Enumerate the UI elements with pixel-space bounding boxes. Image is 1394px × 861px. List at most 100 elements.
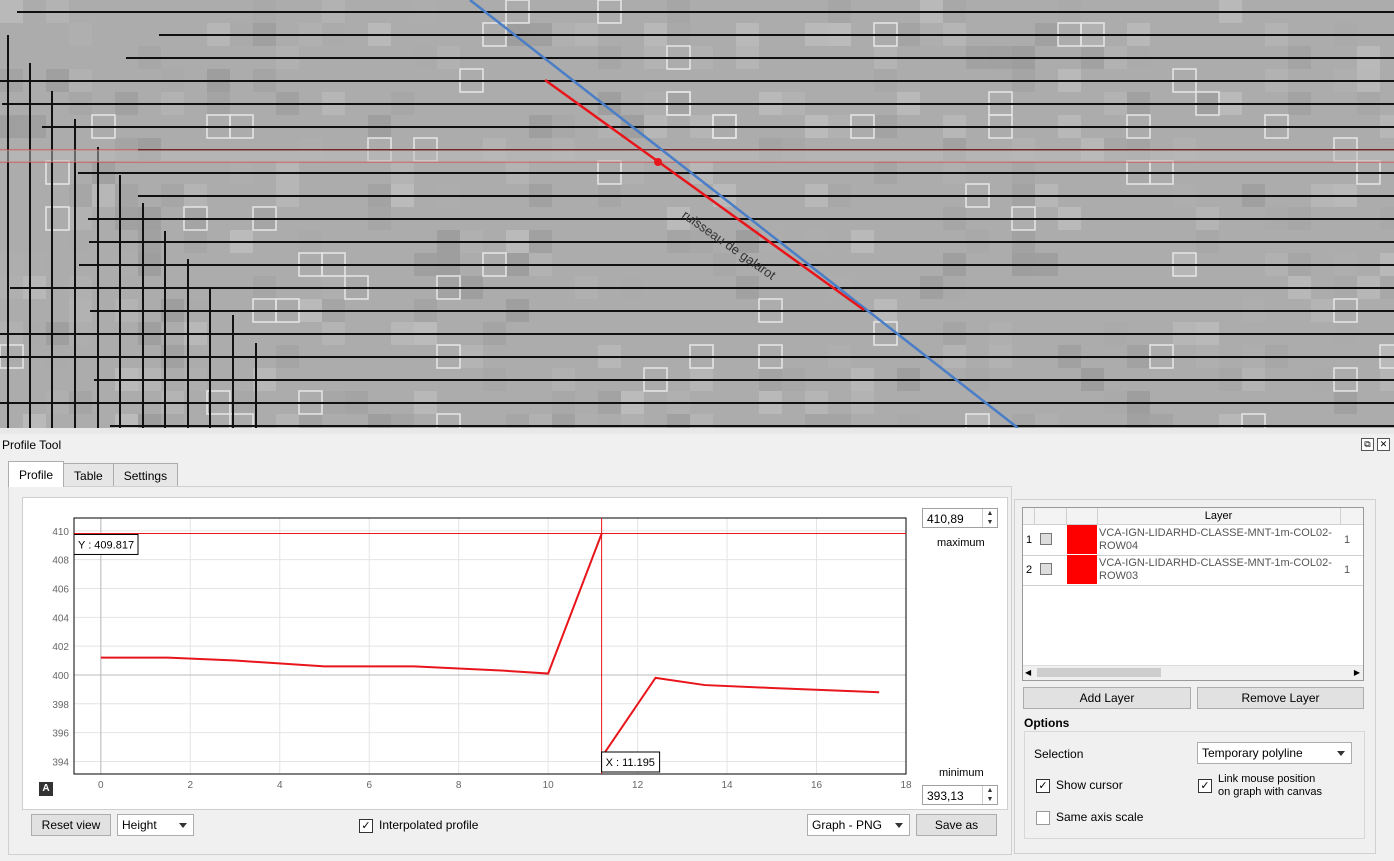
raster-cell: [69, 299, 92, 322]
checkbox-checked-icon: ✓: [1036, 779, 1050, 793]
x-tick-label: 16: [811, 780, 823, 791]
spin-down-icon[interactable]: ▼: [983, 518, 997, 527]
minimum-value: 393,13: [927, 789, 964, 803]
x-tick-label: 8: [456, 780, 462, 791]
tab-settings[interactable]: Settings: [112, 463, 179, 487]
selection-combo-value: Temporary polyline: [1202, 746, 1303, 760]
minimum-spinbox[interactable]: 393,13 ▲ ▼: [922, 785, 998, 805]
x-tick-label: 12: [632, 780, 644, 791]
y-tick-label: 404: [52, 613, 69, 624]
raster-cell: [23, 253, 46, 276]
x-tick-label: 10: [543, 780, 555, 791]
raster-cell-highlight: [45, 160, 70, 185]
same-axis-scale-label: Same axis scale: [1056, 810, 1144, 824]
y-tick-label: 406: [52, 584, 69, 595]
raster-cell: [115, 184, 138, 207]
cursor-y-readout-text: Y : 409.817: [78, 539, 134, 551]
float-icon[interactable]: ⧉: [1361, 438, 1374, 451]
x-tick-label: 0: [98, 780, 104, 791]
profile-plot[interactable]: 394 396 398 400 402 404 406 408 410 0 2 4 6 8 10 12 14 16…: [30, 510, 930, 795]
maximum-spinbox[interactable]: 410,89 ▲ ▼: [922, 508, 998, 528]
x-tick-label: 18: [900, 780, 912, 791]
chevron-down-icon: [1337, 751, 1345, 756]
y-tick-label: 400: [52, 671, 69, 682]
row-visibility-checkbox[interactable]: [1040, 563, 1052, 575]
selection-band: [0, 150, 1394, 162]
export-format-value: Graph - PNG: [812, 818, 883, 832]
spin-down-icon[interactable]: ▼: [983, 795, 997, 804]
checkbox-unchecked-icon: [1036, 811, 1050, 825]
map-canvas[interactable]: ruisseau de galarot: [0, 0, 1394, 428]
table-row[interactable]: 1 VCA-IGN-LIDARHD-CLASSE-MNT-1m-COL02-RO…: [1023, 525, 1363, 556]
y-tick-label: 394: [52, 757, 69, 768]
cursor-y-readout: Y : 409.817: [73, 533, 139, 555]
layer-table[interactable]: Layer 1 VCA-IGN-LIDARHD-CLASSE-MNT-1m-CO…: [1022, 507, 1364, 681]
remove-layer-button[interactable]: Remove Layer: [1197, 687, 1364, 709]
tab-bar: Profile Table Settings: [8, 461, 179, 487]
x-tick-label: 2: [188, 780, 194, 791]
options-title: Options: [1024, 716, 1070, 730]
link-mouse-checkbox[interactable]: ✓ Link mouse position on graph with canv…: [1198, 773, 1322, 799]
y-tick-label: 396: [52, 729, 69, 740]
show-cursor-label: Show cursor: [1056, 778, 1123, 792]
height-combo-value: Height: [122, 818, 157, 832]
cursor-x-readout: X : 11.195: [601, 751, 661, 773]
tab-table[interactable]: Table: [63, 463, 114, 487]
raster-cell: [23, 414, 46, 428]
cursor-x-readout-text: X : 11.195: [606, 757, 655, 769]
dock-splitter[interactable]: [0, 428, 1394, 434]
save-as-button[interactable]: Save as: [916, 814, 997, 836]
y-tick-label: 402: [52, 642, 69, 653]
y-tick-label: 408: [52, 556, 69, 567]
table-row[interactable]: 2 VCA-IGN-LIDARHD-CLASSE-MNT-1m-COL02-RO…: [1023, 555, 1363, 586]
show-cursor-checkbox[interactable]: ✓ Show cursor: [1036, 778, 1123, 793]
scroll-right-icon[interactable]: ▶: [1354, 668, 1360, 677]
add-layer-button[interactable]: Add Layer: [1023, 687, 1191, 709]
reset-view-button[interactable]: Reset view: [31, 814, 111, 836]
row-number: 2: [1025, 564, 1033, 576]
row-color-swatch[interactable]: [1067, 525, 1097, 554]
interpolated-profile-label: Interpolated profile: [379, 818, 479, 832]
autoscale-icon[interactable]: A: [39, 782, 53, 796]
minimum-label: minimum: [939, 767, 984, 779]
x-tick-label: 14: [722, 780, 734, 791]
interpolated-profile-checkbox[interactable]: ✓ Interpolated profile: [359, 818, 478, 833]
raster-cell: [69, 23, 92, 46]
selection-combo[interactable]: Temporary polyline: [1197, 742, 1352, 764]
link-mouse-label-line1: Link mouse position: [1218, 773, 1316, 785]
row-color-swatch[interactable]: [1067, 555, 1097, 584]
profile-series-line: [100, 533, 603, 675]
close-icon[interactable]: ✕: [1377, 438, 1390, 451]
row-band: 1: [1344, 534, 1351, 546]
selection-label: Selection: [1034, 747, 1084, 761]
checkbox-checked-icon: ✓: [1198, 779, 1212, 793]
row-layer-name: VCA-IGN-LIDARHD-CLASSE-MNT-1m-COL02-ROW0…: [1099, 527, 1332, 552]
height-combo[interactable]: Height: [117, 814, 194, 836]
y-tick-label: 398: [52, 700, 69, 711]
x-tick-label: 4: [277, 780, 283, 791]
scroll-left-icon[interactable]: ◀: [1025, 668, 1031, 677]
raster-cell: [0, 253, 23, 276]
cursor-point: [654, 158, 662, 166]
layer-column-header: Layer: [1204, 510, 1233, 522]
spin-up-icon[interactable]: ▲: [983, 786, 997, 795]
row-layer-name: VCA-IGN-LIDARHD-CLASSE-MNT-1m-COL02-ROW0…: [1099, 557, 1332, 582]
raster-cell-highlight: [45, 206, 70, 231]
row-band: 1: [1344, 564, 1351, 576]
scrollbar-thumb[interactable]: [1037, 668, 1161, 677]
horizontal-scrollbar[interactable]: ◀ ▶: [1023, 665, 1363, 680]
spin-up-icon[interactable]: ▲: [983, 509, 997, 518]
layer-table-header: Layer: [1023, 508, 1363, 525]
checkbox-checked-icon: ✓: [359, 819, 373, 833]
raster-cell: [69, 230, 92, 253]
profile-series-line: [600, 676, 880, 758]
maximum-value: 410,89: [927, 512, 964, 526]
chevron-down-icon: [895, 823, 903, 828]
export-format-combo[interactable]: Graph - PNG: [807, 814, 910, 836]
link-mouse-label-line2: on graph with canvas: [1218, 786, 1322, 798]
raster-cell: [0, 115, 23, 138]
row-visibility-checkbox[interactable]: [1040, 533, 1052, 545]
same-axis-scale-checkbox[interactable]: Same axis scale: [1036, 810, 1143, 825]
chevron-down-icon: [179, 823, 187, 828]
tab-profile[interactable]: Profile: [8, 461, 65, 487]
